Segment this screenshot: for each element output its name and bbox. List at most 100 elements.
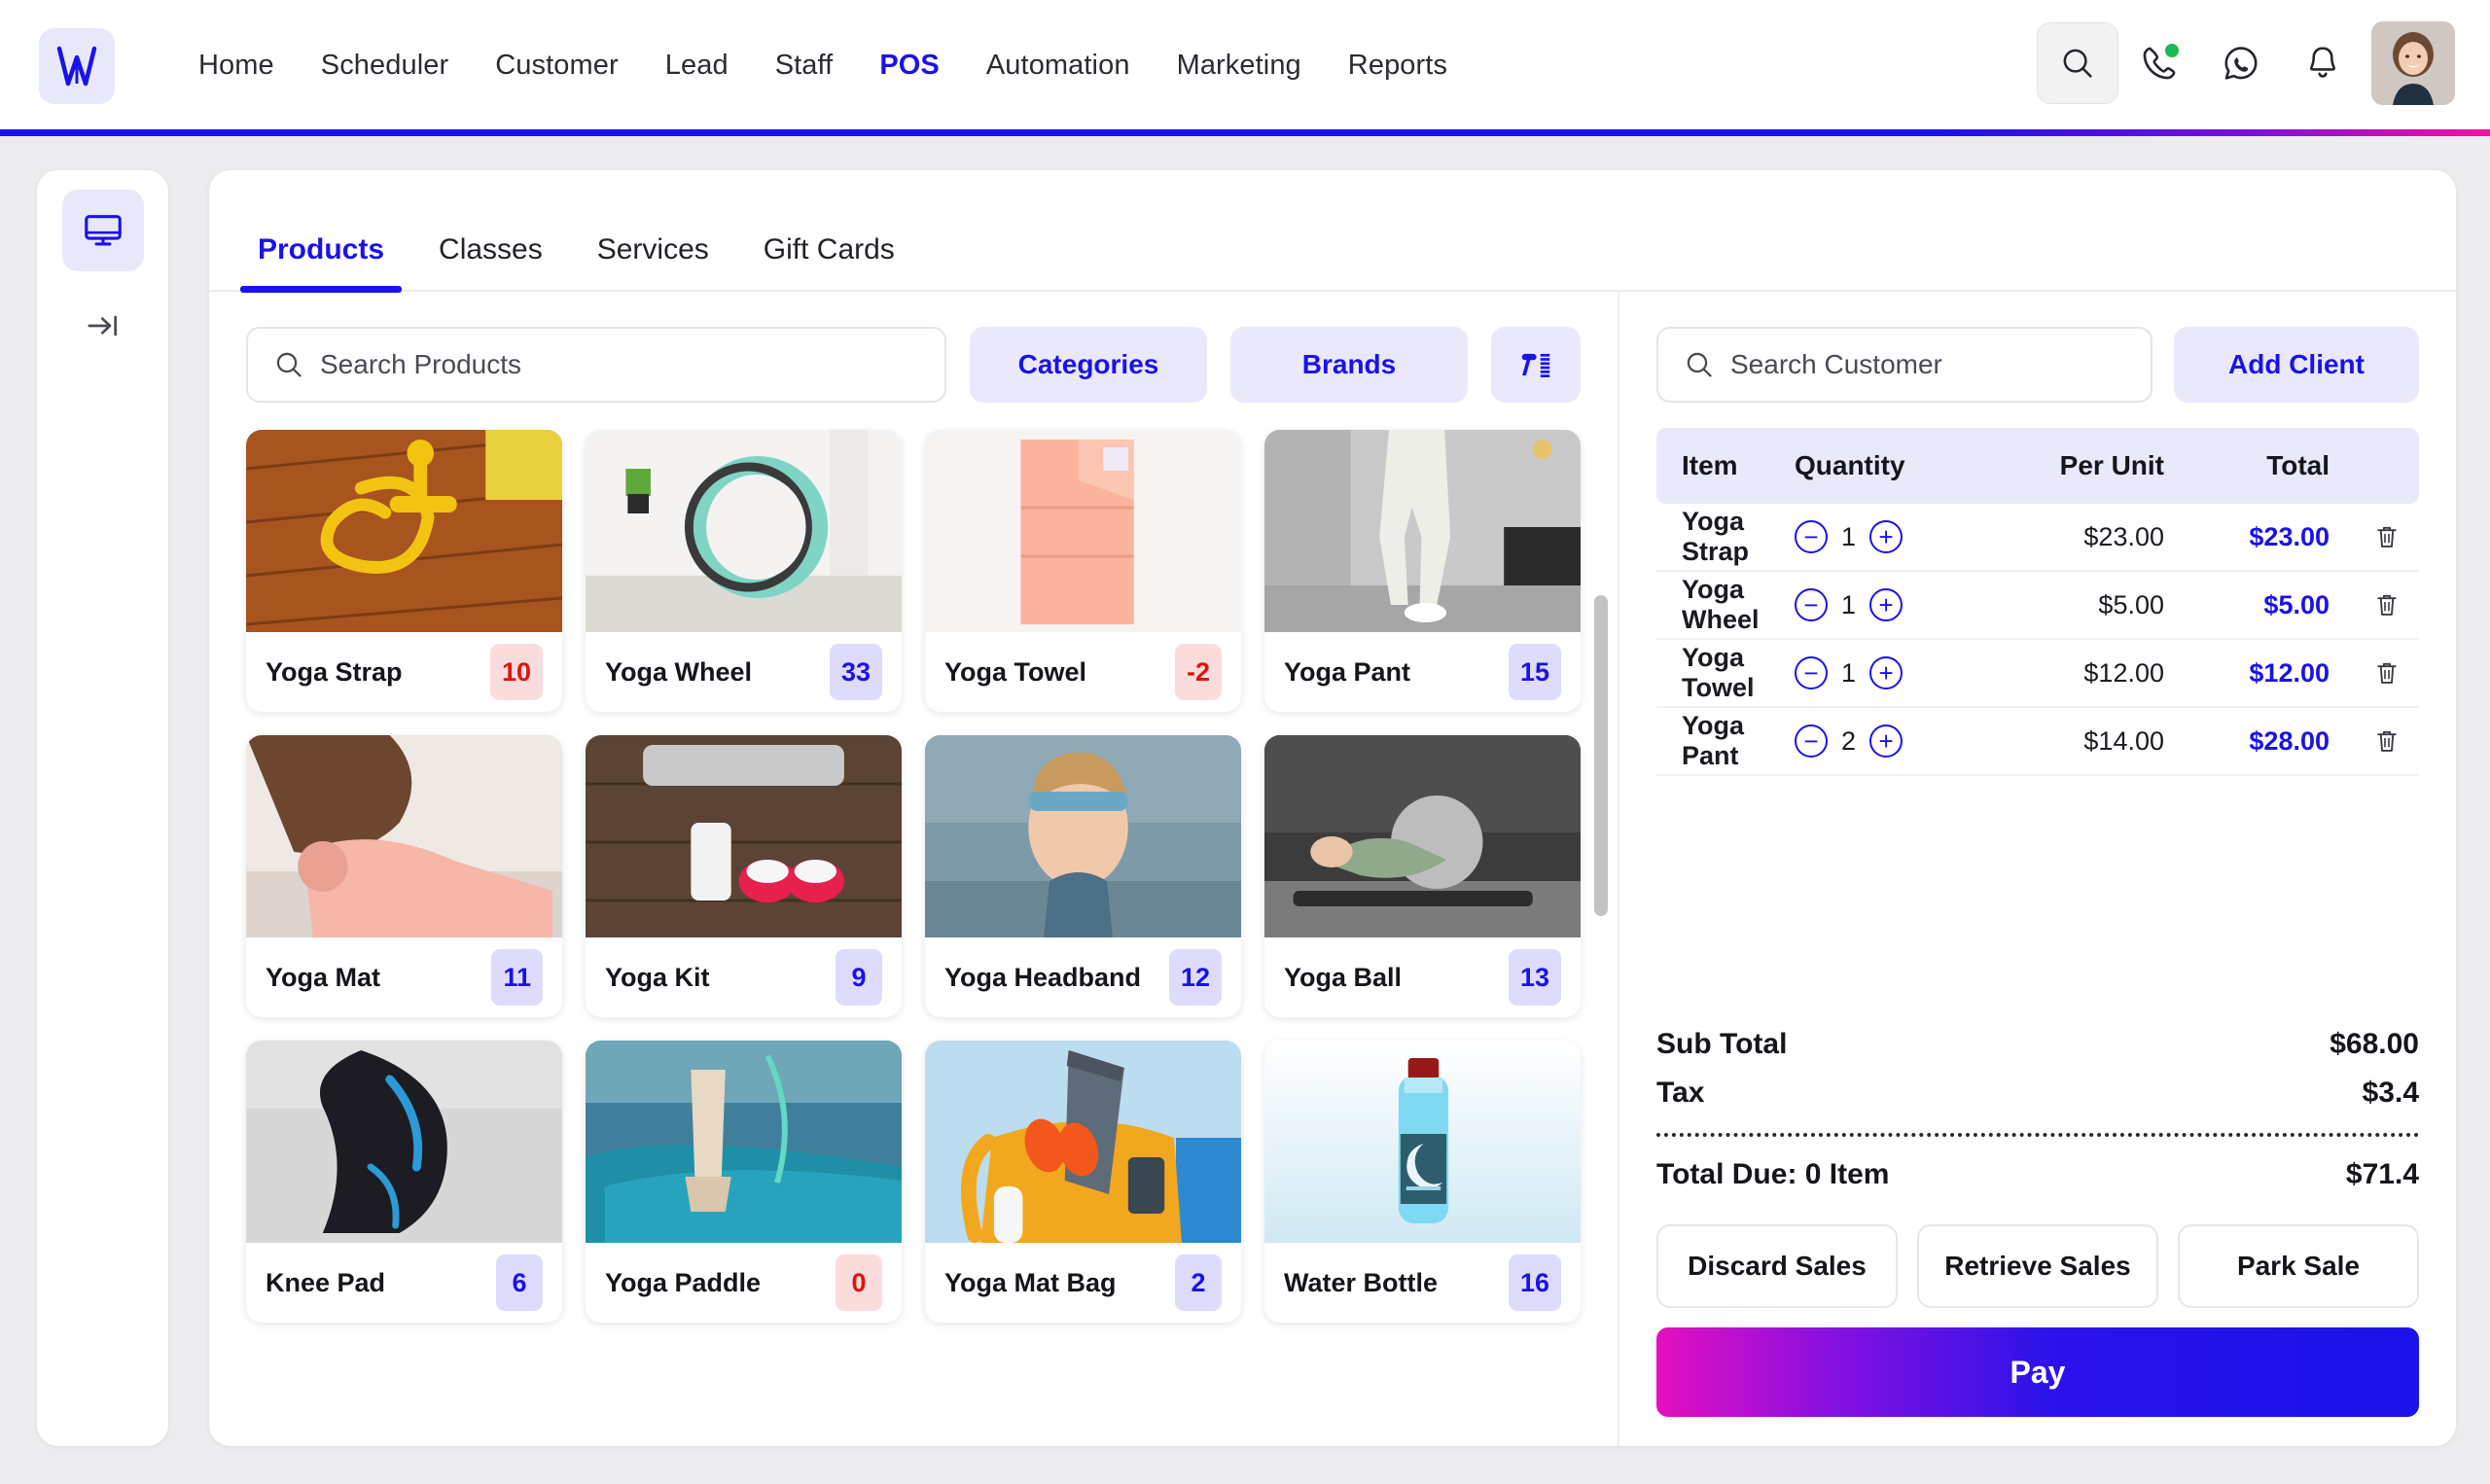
tab-products[interactable]: Products [231, 233, 411, 293]
product-meta: Yoga Kit 9 [586, 937, 902, 1017]
decrement-button[interactable]: − [1795, 520, 1828, 553]
product-image [925, 430, 1241, 632]
discard-sales-button[interactable]: Discard Sales [1656, 1224, 1898, 1308]
product-card[interactable]: Yoga Wheel 33 [586, 430, 902, 712]
table-row[interactable]: Yoga Strap − 1 + $23.00 $23.00 [1656, 504, 2419, 572]
primary-nav: Home Scheduler Customer Lead Staff POS A… [175, 40, 1471, 91]
tax-row: Tax $3.4 [1656, 1069, 2419, 1117]
table-row[interactable]: Yoga Wheel − 1 + $5.00 $5.00 [1656, 572, 2419, 640]
product-stock-badge: 13 [1508, 949, 1561, 1006]
product-image [246, 735, 562, 937]
sidebar-collapse-toggle[interactable] [62, 285, 144, 367]
delete-line-button[interactable] [2330, 658, 2419, 688]
monitor-icon [84, 215, 122, 246]
cart-line-total: $28.00 [2249, 725, 2330, 756]
increment-button[interactable]: + [1869, 520, 1903, 553]
content-tabs: Products Classes Services Gift Cards [209, 170, 2456, 293]
increment-button[interactable]: + [1869, 724, 1903, 758]
decrement-button[interactable]: − [1795, 588, 1828, 621]
cart-line-total: $12.00 [2249, 657, 2330, 688]
knee-pad-photo [246, 1041, 562, 1243]
search-customer-input[interactable]: Search Customer [1656, 327, 2152, 403]
product-meta: Knee Pad 6 [246, 1243, 562, 1323]
customer-row: Search Customer Add Client [1656, 327, 2419, 403]
header-search-button[interactable] [2037, 22, 2118, 104]
nav-item-staff[interactable]: Staff [752, 40, 857, 91]
search-icon [2063, 49, 2092, 78]
trash-icon [2377, 526, 2397, 548]
delete-line-button[interactable] [2330, 522, 2419, 551]
product-card[interactable]: Yoga Mat 11 [246, 735, 562, 1017]
quantity-stepper[interactable]: − 2 + [1795, 724, 1989, 758]
product-card[interactable]: Yoga Paddle 0 [586, 1041, 902, 1323]
increment-button[interactable]: + [1869, 656, 1903, 689]
product-card[interactable]: Yoga Headband 12 [925, 735, 1241, 1017]
nav-item-reports[interactable]: Reports [1325, 40, 1471, 91]
nav-item-scheduler[interactable]: Scheduler [298, 40, 473, 91]
sidebar-item-register[interactable] [61, 190, 144, 271]
water-bottle-photo [1264, 1041, 1581, 1243]
nav-item-marketing[interactable]: Marketing [1154, 40, 1325, 91]
barcode-scanner-icon [1521, 353, 1550, 377]
product-name: Yoga Strap [266, 656, 403, 687]
table-row[interactable]: Yoga Pant − 2 + $14.00 $28.00 [1656, 708, 2419, 776]
product-image [925, 735, 1241, 937]
tab-services[interactable]: Services [570, 233, 736, 290]
nav-item-customer[interactable]: Customer [472, 40, 642, 91]
decrement-button[interactable]: − [1795, 724, 1828, 758]
whatsapp-button[interactable] [2200, 22, 2282, 104]
delete-line-button[interactable] [2330, 726, 2419, 756]
trash-icon [2377, 730, 2397, 752]
brands-button[interactable]: Brands [1230, 327, 1468, 403]
increment-button[interactable]: + [1869, 588, 1903, 621]
tab-classes[interactable]: Classes [411, 233, 570, 290]
product-stock-badge: 6 [496, 1254, 543, 1311]
brand-logo[interactable] [39, 27, 115, 104]
quantity-value: 1 [1841, 589, 1857, 619]
search-icon [276, 352, 302, 377]
product-meta: Yoga Strap 10 [246, 632, 562, 712]
product-grid-scroll[interactable]: Yoga Strap 10 Yoga Wheel 33 Yoga Towel -… [209, 403, 1618, 1446]
product-stock-badge: 33 [829, 644, 882, 700]
retrieve-sales-button[interactable]: Retrieve Sales [1917, 1224, 2158, 1308]
user-avatar[interactable] [2371, 21, 2455, 105]
product-card[interactable]: Yoga Mat Bag 2 [925, 1041, 1241, 1323]
product-card[interactable]: Knee Pad 6 [246, 1041, 562, 1323]
delete-line-button[interactable] [2330, 590, 2419, 619]
quantity-stepper[interactable]: − 1 + [1795, 520, 1989, 553]
call-button[interactable] [2118, 22, 2200, 104]
nav-item-pos[interactable]: POS [856, 40, 963, 91]
table-row[interactable]: Yoga Towel − 1 + $12.00 $12.00 [1656, 640, 2419, 708]
nav-item-automation[interactable]: Automation [963, 40, 1154, 91]
notifications-button[interactable] [2282, 22, 2364, 104]
cart-unit-price: $12.00 [2083, 657, 2164, 688]
search-products-input[interactable]: Search Products [246, 327, 946, 403]
park-sale-button[interactable]: Park Sale [2178, 1224, 2419, 1308]
product-grid-scrollbar[interactable] [1594, 595, 1608, 916]
product-stock-badge: -2 [1174, 644, 1222, 700]
add-client-button[interactable]: Add Client [2174, 327, 2419, 403]
nav-item-home[interactable]: Home [175, 40, 298, 91]
quantity-stepper[interactable]: − 1 + [1795, 588, 1989, 621]
totals-section: Sub Total $68.00 Tax $3.4 Total Due: 0 I… [1656, 1020, 2419, 1199]
product-card[interactable]: Yoga Ball 13 [1264, 735, 1581, 1017]
product-stock-badge: 16 [1508, 1254, 1561, 1311]
quantity-value: 1 [1841, 521, 1857, 551]
decrement-button[interactable]: − [1795, 656, 1828, 689]
product-meta: Yoga Ball 13 [1264, 937, 1581, 1017]
product-name: Yoga Kit [605, 962, 710, 992]
tab-gift-cards[interactable]: Gift Cards [736, 233, 922, 290]
product-card[interactable]: Yoga Strap 10 [246, 430, 562, 712]
product-card[interactable]: Yoga Kit 9 [586, 735, 902, 1017]
product-card[interactable]: Yoga Pant 15 [1264, 430, 1581, 712]
product-name: Yoga Wheel [605, 656, 753, 687]
pay-button[interactable]: Pay [1656, 1327, 2419, 1417]
product-name: Water Bottle [1284, 1267, 1439, 1297]
barcode-scanner-button[interactable] [1491, 327, 1581, 403]
product-card[interactable]: Yoga Towel -2 [925, 430, 1241, 712]
quantity-stepper[interactable]: − 1 + [1795, 656, 1989, 689]
nav-item-lead[interactable]: Lead [642, 40, 752, 91]
yoga-towel-photo [925, 430, 1241, 632]
product-card[interactable]: Water Bottle 16 [1264, 1041, 1581, 1323]
categories-button[interactable]: Categories [970, 327, 1207, 403]
